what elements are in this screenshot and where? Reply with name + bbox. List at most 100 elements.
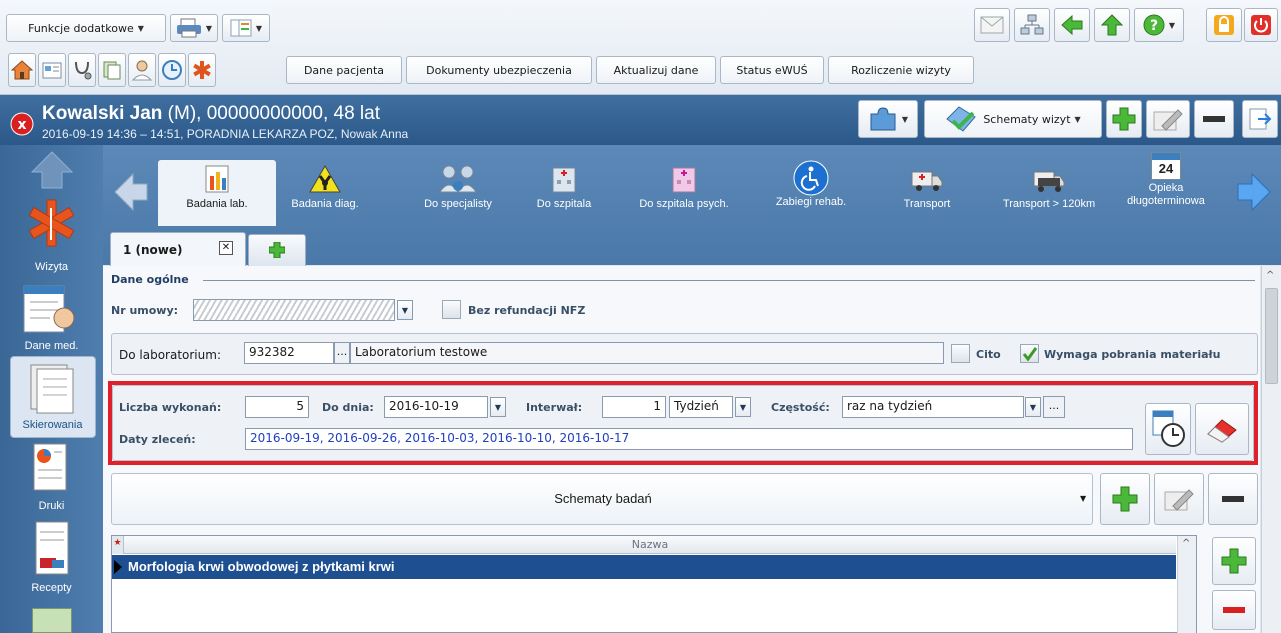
column-header-name[interactable]: Nazwa	[124, 536, 1176, 554]
update-data-label: Aktualizuj dane	[613, 63, 699, 77]
contract-dropdown[interactable]: ▼	[397, 300, 413, 320]
section-title: Dane ogólne	[111, 273, 189, 286]
documents-button[interactable]	[98, 53, 126, 87]
row-pointer-icon	[114, 560, 122, 574]
sidebar-item-visit[interactable]: Wizyta	[0, 196, 103, 276]
remove-scheme-button[interactable]	[1194, 100, 1234, 138]
close-tab-icon[interactable]: ✕	[219, 241, 233, 255]
referrals-next-button[interactable]	[1236, 172, 1272, 212]
referrals-prev-button[interactable]	[113, 172, 149, 212]
referral-label-line2: długoterminowa	[1127, 195, 1205, 207]
referral-label: Transport	[903, 198, 951, 210]
visit-settlement-button[interactable]: Rozliczenie wizyty	[828, 56, 974, 84]
help-button[interactable]: ? ▼	[1134, 8, 1184, 42]
scroll-up-icon[interactable]: ^	[1266, 270, 1274, 281]
sidebar-item-medical-data[interactable]: Dane med.	[0, 282, 103, 356]
test-schemes-dropdown[interactable]: Schematy badań ▼	[111, 473, 1093, 525]
lock-icon	[1214, 15, 1234, 35]
patient-data-button[interactable]: Dane pacjenta	[286, 56, 402, 84]
remove-test-scheme-button[interactable]	[1208, 473, 1258, 525]
ewus-status-button[interactable]: Status eWUŚ	[720, 56, 824, 84]
schemes-icon	[946, 106, 977, 132]
print-button[interactable]: ▼	[170, 14, 218, 42]
cito-checkbox[interactable]	[951, 344, 970, 363]
laboratory-browse-button[interactable]: ...	[334, 342, 350, 364]
scroll-thumb[interactable]	[1265, 288, 1278, 384]
power-icon	[1251, 15, 1271, 35]
plus-icon	[1112, 486, 1138, 512]
required-marker: ★	[112, 536, 124, 554]
layout-button[interactable]: ▼	[222, 14, 270, 42]
logout-button[interactable]	[1244, 8, 1278, 42]
envelope-icon	[980, 16, 1004, 34]
refresh-button[interactable]	[158, 53, 186, 87]
emergency-button[interactable]	[188, 53, 216, 87]
doctors-button[interactable]	[128, 53, 156, 87]
up-button[interactable]	[1094, 8, 1130, 42]
sidebar-item-referrals[interactable]: Skierowania	[10, 356, 96, 438]
edit-scheme-button[interactable]	[1146, 100, 1190, 138]
update-data-button[interactable]: Aktualizuj dane	[596, 56, 716, 84]
back-button[interactable]	[1054, 8, 1090, 42]
visit-info: 2016-09-19 14:36 – 14:51, PORADNIA LEKAR…	[42, 127, 409, 141]
sidebar-item-prescriptions[interactable]: Recepty	[0, 520, 103, 600]
home-icon	[11, 60, 33, 80]
chevron-down-icon: ▼	[901, 114, 909, 124]
edit-test-scheme-button[interactable]	[1154, 473, 1204, 525]
plus-icon	[269, 242, 285, 258]
add-tab-button[interactable]	[248, 234, 306, 266]
lock-button[interactable]	[1206, 8, 1242, 42]
messages-button[interactable]	[974, 8, 1010, 42]
card-button[interactable]	[38, 53, 66, 87]
sidebar-up-arrow[interactable]	[30, 150, 74, 190]
chevron-down-icon: ▼	[1074, 114, 1081, 124]
export-button[interactable]	[1242, 100, 1278, 138]
no-refund-checkbox[interactable]	[442, 300, 461, 319]
remove-test-button[interactable]	[1212, 590, 1256, 630]
contract-number-field[interactable]	[193, 299, 395, 321]
referral-long-term-care[interactable]: 24 Opieka długoterminowa	[1114, 152, 1218, 208]
referral-rehab[interactable]: Zabiegi rehab.	[764, 160, 858, 209]
tab-new-referral[interactable]: 1 (nowe) ✕	[110, 232, 246, 266]
home-button[interactable]	[8, 53, 36, 87]
requires-material-checkbox[interactable]	[1020, 344, 1039, 363]
highlight-box	[108, 381, 1258, 465]
sidebar-item-partial[interactable]	[32, 608, 72, 633]
sidebar-item-label: Skierowania	[22, 419, 83, 431]
table-row[interactable]: Morfologia krwi obwodowej z płytkami krw…	[112, 555, 1176, 579]
visit-schemes-button[interactable]: Schematy wizyt ▼	[924, 100, 1102, 138]
section-divider	[203, 280, 1255, 281]
referral-label: Transport > 120km	[1002, 198, 1096, 210]
add-test-scheme-button[interactable]	[1100, 473, 1150, 525]
referral-lab-tests[interactable]: Badania lab.	[158, 160, 276, 226]
vertical-scrollbar[interactable]: ^	[1261, 266, 1281, 633]
chevron-down-icon: ▼	[255, 23, 263, 33]
referral-hospital[interactable]: Do szpitala	[534, 160, 594, 211]
sidebar-item-label: Dane med.	[24, 340, 79, 352]
insurance-documents-label: Dokumenty ubezpieczenia	[426, 63, 572, 77]
laboratory-code-field[interactable]: 932382	[244, 342, 334, 364]
refresh-icon	[162, 60, 182, 80]
referral-psych-hospital[interactable]: Do szpitala psych.	[618, 160, 750, 211]
insurance-documents-button[interactable]: Dokumenty ubezpieczenia	[406, 56, 592, 84]
stethoscope-button[interactable]	[68, 53, 96, 87]
calendar-icon: 24	[1151, 152, 1181, 180]
sidebar-item-prints[interactable]: Druki	[0, 442, 103, 516]
arrow-left-icon	[1061, 15, 1083, 35]
doctor-icon	[131, 60, 153, 81]
requires-material-label: Wymaga pobrania materiału	[1044, 348, 1221, 361]
extras-menu-button[interactable]: Funkcje dodatkowe ▼	[6, 14, 166, 42]
puzzle-icon	[870, 107, 896, 131]
scroll-up-icon[interactable]: ^	[1182, 538, 1190, 549]
grid-scrollbar[interactable]: ^	[1177, 536, 1196, 633]
add-test-button[interactable]	[1212, 537, 1256, 585]
referral-transport[interactable]: Transport	[892, 160, 962, 211]
referral-diagnostic-tests[interactable]: Badania diag.	[284, 160, 366, 211]
close-icon: x	[10, 112, 34, 136]
close-visit-button[interactable]: x	[10, 112, 34, 136]
referral-transport-120km[interactable]: Transport > 120km	[988, 160, 1110, 211]
referral-specialist[interactable]: Do specjalisty	[406, 160, 510, 211]
network-button[interactable]	[1014, 8, 1050, 42]
puzzle-button[interactable]: ▼	[858, 100, 918, 138]
add-scheme-button[interactable]	[1106, 100, 1142, 138]
